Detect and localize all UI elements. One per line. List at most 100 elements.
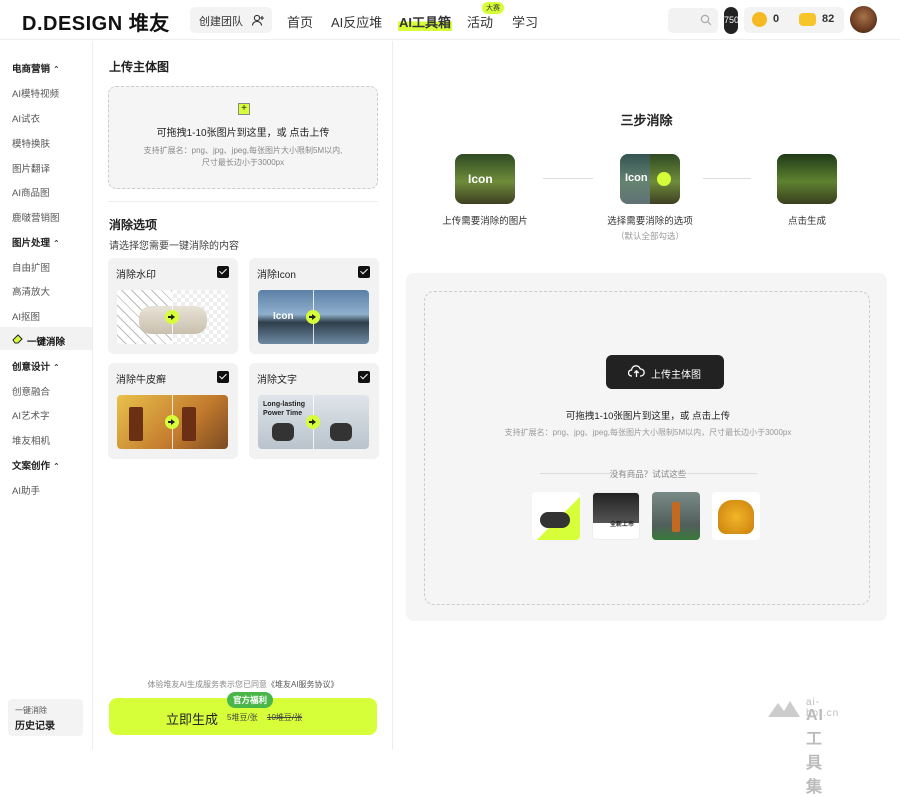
option-label: 消除水印 [116, 270, 156, 281]
sidebar-item-erase-label: 一键消除 [27, 337, 66, 348]
agreement-link[interactable]: 《堆友AI服务协议》 [267, 680, 339, 689]
sidebar-item-expand[interactable]: 自由扩图 [12, 260, 50, 274]
nav-learn[interactable]: 学习 [512, 12, 538, 31]
option-card-icon[interactable]: 消除Icon Icon [249, 258, 379, 354]
sidebar-section-copy[interactable]: 文案创作 ⌃ [12, 458, 60, 472]
generate-original-price: 10堆豆/张 [267, 713, 303, 722]
sidebar-item-ai-assistant[interactable]: AI助手 [12, 483, 40, 497]
watermark-name: AI工具集 [806, 707, 824, 796]
watermark-logo-icon [768, 701, 800, 717]
step-3-image [777, 154, 837, 204]
sample-chair[interactable] [712, 492, 760, 540]
chevron-up-icon: ⌃ [53, 239, 60, 248]
membership-pill[interactable]: 750 [724, 7, 738, 34]
sample-bottle[interactable] [652, 492, 700, 540]
option-checkbox[interactable] [217, 371, 229, 383]
create-team-button[interactable]: 创建团队 [190, 7, 272, 33]
steps-title: 三步消除 [620, 113, 673, 128]
upload-main-button[interactable]: 上传主体图 [606, 355, 724, 389]
option-label: 消除文字 [257, 375, 297, 386]
arrow-right-icon [657, 172, 671, 186]
coin-icon [752, 12, 767, 27]
option-checkbox[interactable] [358, 371, 370, 383]
sidebar-section-ecommerce[interactable]: 电商营销 ⌃ [12, 61, 60, 75]
sidebar-item-ai-model-video[interactable]: AI模特视频 [12, 86, 59, 100]
arrow-right-icon [306, 310, 320, 324]
main-upload-dropzone[interactable]: 上传主体图 可拖拽1-10张图片到这里，或 点击上传 支持扩展名：png、jpg… [424, 291, 870, 605]
nav-activity[interactable]: 活动 [467, 12, 493, 31]
step-2-sub: （默认全部勾选） [615, 231, 684, 241]
upload-hint: 支持扩展名：png、jpg、jpeg,每张图片大小限制5M以内, 尺寸最长边小于3… [143, 146, 343, 167]
coin-count: 0 [773, 13, 780, 25]
sidebar-item-erase[interactable]: 一键消除 [0, 327, 92, 350]
create-team-label: 创建团队 [199, 16, 243, 28]
try-samples-label: 没有商品？试试这些 [609, 469, 687, 479]
sidebar-item-image-translate[interactable]: 图片翻译 [12, 161, 50, 175]
bean-icon [799, 13, 816, 26]
nav-activity-badge: 大赛 [482, 2, 504, 14]
option-card-text[interactable]: 消除文字 Long-lasting Power Time [249, 363, 379, 459]
option-checkbox[interactable] [217, 266, 229, 278]
sample-product-text: 全新上市 [610, 522, 635, 528]
step-connector [543, 178, 593, 179]
arrow-right-icon [165, 415, 179, 429]
sidebar: 电商营销 ⌃ AI模特视频 AI试衣 模特换肤 图片翻译 AI商品图 鹿啵营销图 … [0, 41, 93, 750]
sidebar-item-ai-product[interactable]: AI商品图 [12, 185, 49, 199]
step-3-label: 点击生成 [787, 216, 826, 227]
step-1-image: Icon [455, 154, 515, 204]
arrow-right-icon [306, 415, 320, 429]
upload-card-main-text: 可拖拽1-10张图片到这里，或 点击上传 [565, 411, 731, 422]
sidebar-item-fusion[interactable]: 创意融合 [12, 384, 50, 398]
option-checkbox[interactable] [358, 266, 370, 278]
sidebar-item-marketing[interactable]: 鹿啵营销图 [12, 210, 60, 224]
bean-count: 82 [822, 13, 835, 25]
avatar[interactable] [850, 6, 877, 33]
nav-ai-toolbox[interactable]: AI工具箱 [398, 12, 453, 31]
add-user-icon [251, 14, 264, 26]
step-2-label: 选择需要消除的选项 [607, 216, 693, 227]
upload-dropzone[interactable]: + 可拖拽1-10张图片到这里，或 点击上传 支持扩展名：png、jpg、jpe… [108, 86, 378, 189]
sticker-preview [117, 395, 228, 449]
sidebar-section-image[interactable]: 图片处理 ⌃ [12, 235, 60, 249]
nav-home[interactable]: 首页 [287, 12, 313, 31]
nav-ai-reactor[interactable]: AI反应堆 [331, 12, 382, 31]
sample-gamepad[interactable] [532, 492, 580, 540]
text-preview: Long-lasting Power Time [258, 395, 369, 449]
step-1-label: 上传需要消除的图片 [442, 216, 528, 227]
arrow-right-icon [165, 310, 179, 324]
option-card-sticker[interactable]: 消除牛皮癣 [108, 363, 238, 459]
divider [108, 201, 378, 202]
options-panel: 上传主体图 + 可拖拽1-10张图片到这里，或 点击上传 支持扩展名：png、j… [93, 41, 393, 750]
chevron-up-icon: ⌃ [53, 65, 60, 74]
options-title: 消除选项 [109, 218, 158, 232]
plus-icon: + [238, 103, 250, 115]
upload-main-button-label: 上传主体图 [651, 370, 701, 381]
upload-main-text: 可拖拽1-10张图片到这里，或 点击上传 [156, 128, 330, 139]
upload-card-hint: 支持扩展名：png、jpg、jpeg,每张图片大小限制5M以内，尺寸最长边小于3… [504, 428, 792, 437]
history-button[interactable]: 一键消除 历史记录 [8, 699, 83, 736]
balance-box[interactable]: 0 82 [744, 7, 844, 33]
chevron-up-icon: ⌃ [53, 462, 60, 471]
generate-price: 5堆豆/张 [227, 713, 258, 722]
sidebar-item-upscale[interactable]: 高清放大 [12, 284, 50, 298]
sample-product[interactable]: 全新上市 [592, 492, 640, 540]
eraser-icon [12, 334, 23, 344]
logo[interactable]: D.DESIGN 堆友 [22, 7, 170, 36]
agreement-text: 体验堆友AI生成服务表示您已同意《堆友AI服务协议》 [147, 680, 339, 689]
membership-pill-text: 750 [724, 15, 738, 25]
options-subtitle: 请选择您需要一键消除的内容 [109, 241, 239, 252]
chevron-up-icon: ⌃ [53, 363, 60, 372]
option-card-watermark[interactable]: 消除水印 [108, 258, 238, 354]
upload-title: 上传主体图 [109, 60, 170, 74]
history-label: 历史记录 [15, 721, 55, 732]
cloud-upload-icon [628, 365, 645, 377]
sidebar-item-cutout[interactable]: AI抠图 [12, 309, 40, 323]
search-input[interactable] [668, 8, 718, 33]
history-sub: 一键消除 [15, 706, 47, 715]
sidebar-section-creative[interactable]: 创意设计 ⌃ [12, 359, 60, 373]
sidebar-item-model-skin[interactable]: 模特换肤 [12, 136, 50, 150]
sidebar-item-camera[interactable]: 堆友相机 [12, 433, 50, 447]
watermark-preview [117, 290, 228, 344]
sidebar-item-ai-tryon[interactable]: AI试衣 [12, 111, 40, 125]
sidebar-item-art-text[interactable]: AI艺术字 [12, 408, 49, 422]
